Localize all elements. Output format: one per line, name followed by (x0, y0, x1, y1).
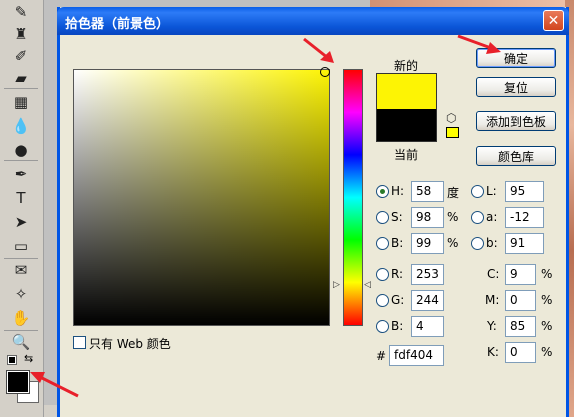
red-input[interactable]: 253 (411, 264, 444, 285)
tools-panel: ✎ ♜ ✐ ▰ ▦ 💧 ● ✒ T ➤ ▭ ✉ ✧ ✋ 🔍 (0, 0, 44, 417)
annotation-arrow-icon (30, 372, 79, 398)
color-libraries-button[interactable]: 颜色库 (476, 146, 556, 166)
a-channel-radio[interactable] (471, 211, 484, 224)
green-label: G: (391, 293, 405, 307)
toolbar-bottom (44, 405, 57, 417)
toolbar-divider (4, 258, 38, 259)
hand-icon[interactable]: ✋ (9, 308, 33, 328)
history-brush-icon[interactable]: ✐ (9, 46, 33, 66)
close-button[interactable]: ✕ (543, 10, 564, 31)
cyan-label: C: (487, 267, 500, 281)
path-select-icon[interactable]: ➤ (9, 212, 33, 232)
rectangle-shape-icon[interactable]: ▭ (9, 236, 33, 256)
zoom-icon[interactable]: 🔍 (9, 332, 33, 352)
hex-input[interactable]: fdf404 (389, 345, 444, 366)
hex-label: # (376, 349, 387, 363)
yellow-label: Y: (487, 319, 497, 333)
lightness-input[interactable]: 95 (505, 181, 544, 202)
yellow-unit: % (541, 319, 553, 333)
web-colors-only-label: 只有 Web 颜色 (89, 337, 171, 351)
pen-icon[interactable]: ✒ (9, 164, 33, 184)
reset-button[interactable]: 复位 (476, 77, 556, 97)
gamut-color-swatch[interactable] (446, 127, 459, 138)
magenta-input[interactable]: 0 (505, 290, 536, 311)
current-color-label: 当前 (394, 148, 419, 162)
annotation-arrow-icon (457, 34, 501, 54)
brightness-input[interactable]: 99 (411, 233, 444, 254)
saturation-input[interactable]: 98 (411, 207, 444, 228)
web-safe-cube-icon[interactable]: ⬡ (446, 111, 456, 125)
blur-icon[interactable]: 💧 (9, 116, 33, 136)
black-label: K: (487, 345, 499, 359)
brightness-label: B: (391, 236, 404, 250)
green-input[interactable]: 244 (411, 290, 444, 311)
red-radio[interactable] (376, 268, 389, 281)
brightness-unit: % (447, 236, 459, 250)
hue-slider[interactable] (343, 69, 363, 326)
brightness-radio[interactable] (376, 237, 389, 250)
gradient-icon[interactable]: ▦ (9, 92, 33, 112)
toolbar-divider (4, 88, 38, 89)
lightness-label: L: (486, 184, 497, 198)
saturation-radio[interactable] (376, 211, 389, 224)
brush-icon[interactable]: ✎ (9, 2, 33, 22)
b-channel-input[interactable]: 91 (505, 233, 544, 254)
dodge-icon[interactable]: ● (9, 140, 33, 160)
web-colors-only-checkbox[interactable] (73, 336, 86, 349)
hue-input[interactable]: 58 (411, 181, 444, 202)
b-channel-radio[interactable] (471, 237, 484, 250)
a-channel-label: a: (486, 210, 498, 224)
dialog-titlebar[interactable]: 拾色器（前景色） ✕ (57, 7, 569, 35)
add-to-swatches-button[interactable]: 添加到色板 (476, 111, 556, 131)
black-unit: % (541, 345, 553, 359)
cyan-input[interactable]: 9 (505, 264, 536, 285)
magenta-label: M: (485, 293, 500, 307)
type-icon[interactable]: T (9, 188, 33, 208)
hue-radio[interactable] (376, 185, 389, 198)
hue-label: H: (391, 184, 405, 198)
toolbar-divider (4, 330, 38, 331)
current-color-swatch[interactable] (376, 109, 437, 142)
blue-radio[interactable] (376, 320, 389, 333)
swap-colors-icon[interactable]: ⇆ (24, 352, 33, 365)
annotation-arrow-icon (303, 37, 334, 63)
default-colors-icon[interactable] (7, 355, 17, 365)
hue-unit: 度 (447, 186, 460, 200)
yellow-input[interactable]: 85 (505, 316, 536, 337)
color-field-marker[interactable] (320, 67, 330, 77)
hue-slider-left-arrow-icon[interactable]: ▷ (333, 280, 340, 290)
notes-icon[interactable]: ✉ (9, 260, 33, 280)
b-channel-label: b: (486, 236, 498, 250)
eyedropper-icon[interactable]: ✧ (9, 284, 33, 304)
blue-label: B: (391, 319, 404, 333)
magenta-unit: % (541, 293, 553, 307)
a-channel-input[interactable]: -12 (505, 207, 544, 228)
red-label: R: (391, 267, 404, 281)
green-radio[interactable] (376, 294, 389, 307)
new-color-label: 新的 (394, 59, 419, 73)
cyan-unit: % (541, 267, 553, 281)
stamp-icon[interactable]: ♜ (9, 24, 33, 44)
eraser-icon[interactable]: ▰ (9, 68, 33, 88)
black-input[interactable]: 0 (505, 342, 536, 363)
saturation-label: S: (391, 210, 403, 224)
lightness-radio[interactable] (471, 185, 484, 198)
toolbar-divider (4, 160, 38, 161)
saturation-brightness-field[interactable] (73, 69, 330, 326)
hue-slider-right-arrow-icon[interactable]: ◁ (364, 280, 371, 290)
saturation-unit: % (447, 210, 459, 224)
dialog-title: 拾色器（前景色） (65, 17, 170, 32)
blue-input[interactable]: 4 (411, 316, 444, 337)
new-color-swatch (376, 73, 437, 109)
